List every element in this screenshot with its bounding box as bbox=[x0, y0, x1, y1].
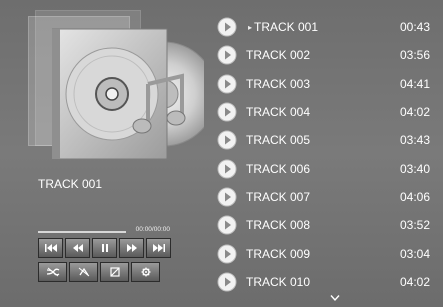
track-name: TRACK 010 bbox=[246, 274, 311, 289]
track-row[interactable]: TRACK 005 03:43 bbox=[215, 126, 435, 154]
full-screen-off-icon bbox=[109, 267, 120, 277]
next-track-button[interactable] bbox=[146, 238, 171, 258]
play-circle-icon bbox=[217, 17, 237, 37]
track-name: TRACK 002 bbox=[246, 48, 311, 63]
play-circle-icon bbox=[217, 272, 237, 292]
play-circle-icon bbox=[217, 74, 237, 94]
track-name: TRACK 009 bbox=[246, 246, 311, 261]
pause-button[interactable] bbox=[92, 238, 117, 258]
track-name: TRACK 008 bbox=[246, 218, 311, 233]
shuffle-button[interactable] bbox=[38, 262, 67, 282]
current-track-indicator: ▸ bbox=[248, 23, 253, 32]
settings-gear-icon bbox=[141, 267, 150, 277]
track-duration: 03:56 bbox=[399, 48, 430, 63]
now-playing-panel: TRACK 001 00:00/00:00 bbox=[0, 0, 205, 307]
track-duration: 03:52 bbox=[399, 218, 430, 233]
track-duration: 03:04 bbox=[399, 246, 430, 261]
track-row[interactable]: TRACK 007 04:06 bbox=[215, 183, 435, 211]
pause-icon bbox=[101, 244, 108, 252]
track-name: TRACK 004 bbox=[246, 105, 311, 120]
track-row[interactable]: TRACK 002 03:56 bbox=[215, 41, 435, 69]
fast-forward-button[interactable] bbox=[119, 238, 144, 258]
play-circle-icon bbox=[217, 187, 237, 207]
play-circle-icon bbox=[217, 159, 237, 179]
playback-time: 00:00/00:00 bbox=[135, 226, 170, 233]
track-name: TRACK 007 bbox=[246, 189, 311, 204]
playback-controls bbox=[38, 238, 171, 258]
rewind-button[interactable] bbox=[65, 238, 90, 258]
fast-forward-icon bbox=[126, 244, 137, 252]
play-circle-icon bbox=[217, 45, 237, 65]
track-duration: 04:06 bbox=[399, 189, 430, 204]
track-row[interactable]: TRACK 003 04:41 bbox=[215, 70, 435, 98]
track-duration: 03:43 bbox=[399, 133, 430, 148]
now-playing-title: TRACK 001 bbox=[38, 177, 103, 191]
track-duration: 03:40 bbox=[399, 161, 430, 176]
play-circle-icon bbox=[217, 130, 237, 150]
next-track-icon bbox=[152, 244, 165, 252]
track-name: TRACK 003 bbox=[246, 76, 311, 91]
track-list: ▸ TRACK 001 00:43 TRACK 002 03:56 TRACK … bbox=[215, 13, 435, 296]
track-row[interactable]: TRACK 008 03:52 bbox=[215, 211, 435, 239]
previous-track-button[interactable] bbox=[38, 238, 63, 258]
track-duration: 04:02 bbox=[399, 274, 430, 289]
track-duration: 00:43 bbox=[399, 20, 430, 35]
full-screen-off-button[interactable] bbox=[100, 262, 129, 282]
repeat-button[interactable] bbox=[69, 262, 98, 282]
track-row[interactable]: TRACK 006 03:40 bbox=[215, 154, 435, 182]
track-name: TRACK 001 bbox=[254, 20, 319, 35]
rewind-icon bbox=[72, 244, 83, 252]
play-circle-icon bbox=[217, 102, 237, 122]
track-name: TRACK 006 bbox=[246, 161, 311, 176]
play-circle-icon bbox=[217, 215, 237, 235]
music-album-icon bbox=[52, 28, 204, 160]
play-circle-icon bbox=[217, 244, 237, 264]
scroll-down-icon[interactable] bbox=[330, 294, 340, 302]
progress-bar[interactable]: 00:00/00:00 bbox=[38, 226, 170, 237]
progress-track[interactable] bbox=[38, 231, 126, 233]
album-art bbox=[28, 10, 204, 160]
settings-button[interactable] bbox=[131, 262, 160, 282]
track-duration: 04:41 bbox=[399, 76, 430, 91]
track-row[interactable]: TRACK 009 03:04 bbox=[215, 239, 435, 267]
track-row[interactable]: TRACK 004 04:02 bbox=[215, 98, 435, 126]
mode-controls bbox=[38, 262, 160, 282]
track-duration: 04:02 bbox=[399, 105, 430, 120]
track-row[interactable]: TRACK 010 04:02 bbox=[215, 268, 435, 296]
track-name: TRACK 005 bbox=[246, 133, 311, 148]
repeat-icon bbox=[78, 267, 89, 277]
previous-track-icon bbox=[44, 244, 57, 252]
shuffle-icon bbox=[46, 267, 59, 277]
track-row[interactable]: ▸ TRACK 001 00:43 bbox=[215, 13, 435, 41]
